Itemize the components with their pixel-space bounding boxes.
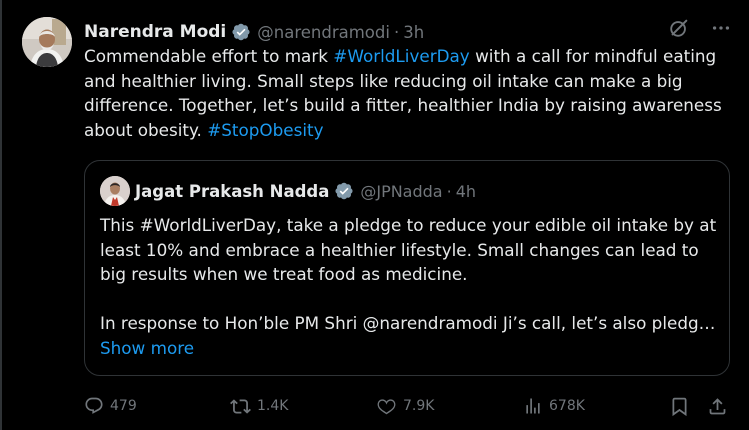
hashtag-link[interactable]: #StopObesity [207,120,323,140]
verified-badge-icon [231,22,251,42]
repost-button[interactable]: 1.4K [230,392,288,420]
separator-dot: · [446,181,452,201]
repost-icon [230,396,251,417]
post[interactable]: Narendra Modi @narendramodi · 3h Commend… [0,0,749,430]
reply-button[interactable]: 479 [84,392,137,420]
post-timestamp[interactable]: 3h [403,23,424,42]
analytics-icon [523,396,543,416]
quoted-paragraph-2: In response to Hon’ble PM Shri @narendra… [100,313,716,333]
like-button[interactable]: 7.9K [376,392,434,420]
reply-icon [84,396,104,416]
post-header: Narendra Modi @narendramodi · 3h [84,18,424,46]
quoted-post-header: Jagat Prakash Nadda @JPNadda · 4h [135,178,476,204]
bookmark-button[interactable] [669,392,690,420]
bookmark-icon [669,396,690,417]
share-button[interactable] [707,392,728,420]
quoted-author-avatar-image [100,176,130,206]
quoted-author-handle: @JPNadda [360,181,443,201]
views-count: 678K [549,398,585,414]
quoted-author-name: Jagat Prakash Nadda [135,181,330,201]
author-avatar[interactable] [22,17,72,67]
post-text: Commendable effort to mark #WorldLiverDa… [84,44,734,142]
timeline-border [0,0,2,430]
heart-icon [376,396,397,417]
quoted-paragraph-1: This #WorldLiverDay, take a pledge to re… [100,215,717,284]
share-icon [707,396,728,417]
quoted-post[interactable]: Jagat Prakash Nadda @JPNadda · 4h This #… [84,160,730,376]
reply-count: 479 [110,398,137,414]
quoted-post-timestamp: 4h [455,181,477,201]
quoted-author-avatar[interactable] [100,176,130,206]
repost-count: 1.4K [257,398,289,414]
like-count: 7.9K [403,398,435,414]
more-options-icon[interactable] [709,16,733,40]
header-actions [667,16,733,40]
author-handle[interactable]: @narendramodi [257,23,390,42]
hashtag-link[interactable]: #WorldLiverDay [333,46,469,66]
quoted-post-text: This #WorldLiverDay, take a pledge to re… [100,213,720,336]
action-bar: 479 1.4K 7.9K 678K [84,392,734,420]
separator-dot: · [393,22,400,42]
author-avatar-image [22,17,72,67]
show-more-link[interactable]: Show more [100,338,194,358]
views-button[interactable]: 678K [523,392,585,420]
grok-icon[interactable] [667,16,691,40]
verified-badge-icon [334,181,354,201]
post-text-segment: Commendable effort to mark [84,46,334,66]
author-name[interactable]: Narendra Modi [84,22,226,42]
